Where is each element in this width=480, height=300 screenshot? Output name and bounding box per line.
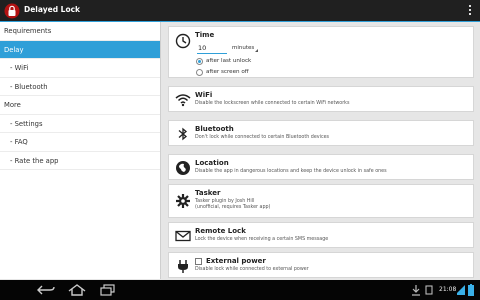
sidebar-item-delay[interactable]: Delay (0, 40, 160, 59)
external-power-desc: Disable lock while connected to external… (195, 267, 309, 272)
tasker-card[interactable]: Tasker Tasker plugin by Josh Hill (unoff… (168, 184, 474, 218)
time-input[interactable]: 10 (197, 43, 227, 54)
location-icon (176, 161, 190, 175)
external-power-checkbox[interactable] (195, 258, 202, 265)
bluetooth-icon (178, 127, 188, 141)
bluetooth-title: Bluetooth (195, 125, 234, 133)
sidebar-item-requirements[interactable]: Requirements (0, 22, 160, 41)
home-icon[interactable] (67, 284, 87, 296)
remote-lock-title: Remote Lock (195, 227, 246, 235)
dropdown-arrow-icon[interactable] (255, 49, 258, 52)
battery-icon (468, 284, 474, 296)
remote-lock-card[interactable]: Remote Lock Lock the device when receivi… (168, 222, 474, 248)
radio-label-after-screen-off[interactable]: after screen off (206, 69, 249, 75)
tasker-icon (176, 194, 190, 208)
clock-icon (175, 33, 191, 49)
radio-label-after-last-unlock[interactable]: after last unlock (206, 58, 251, 64)
sidebar-item-wifi[interactable]: - WiFi (0, 59, 160, 78)
plug-icon (178, 260, 188, 273)
sidebar: Requirements Delay - WiFi - Bluetooth Mo… (0, 22, 161, 279)
radio-after-last-unlock[interactable] (196, 58, 203, 65)
sidebar-item-bluetooth[interactable]: - Bluetooth (0, 78, 160, 96)
tasker-title: Tasker (195, 189, 221, 197)
time-card: Time 10 minutes after last unlock after … (168, 26, 474, 78)
download-notification-icon[interactable] (410, 284, 422, 296)
location-card[interactable]: Location Disable the app in dangerous lo… (168, 154, 474, 180)
back-icon[interactable] (36, 284, 56, 296)
wifi-card[interactable]: WiFi Disable the lockscreen while connec… (168, 86, 474, 112)
sidebar-item-faq[interactable]: - FAQ (0, 133, 160, 152)
wifi-desc: Disable the lockscreen while connected t… (195, 101, 350, 106)
wifi-title: WiFi (195, 91, 213, 99)
sidebar-item-more[interactable]: More (0, 96, 160, 115)
lock-app-icon[interactable] (4, 3, 20, 19)
app-title: Delayed Lock (24, 5, 81, 14)
navigation-bar: 21:08 (0, 280, 480, 300)
time-title: Time (195, 31, 215, 39)
bluetooth-desc: Don't lock while connected to certain Bl… (195, 135, 330, 140)
settings-panel: Time 10 minutes after last unlock after … (164, 24, 478, 279)
remote-lock-desc: Lock the device when receiving a certain… (195, 237, 329, 242)
recent-apps-icon[interactable] (98, 284, 118, 296)
location-desc: Disable the app in dangerous locations a… (195, 169, 387, 174)
external-power-title: External power (206, 257, 266, 265)
overflow-menu-icon[interactable] (468, 5, 472, 17)
wifi-signal-icon (457, 285, 465, 295)
notification-icon[interactable] (424, 284, 434, 296)
wifi-icon (175, 94, 191, 107)
envelope-icon (175, 230, 191, 242)
action-bar: Delayed Lock (0, 0, 480, 22)
sidebar-item-rate[interactable]: - Rate the app (0, 152, 160, 170)
sidebar-item-settings[interactable]: - Settings (0, 115, 160, 133)
external-power-card[interactable]: External power Disable lock while connec… (168, 252, 474, 278)
radio-after-screen-off[interactable] (196, 69, 203, 76)
bluetooth-card[interactable]: Bluetooth Don't lock while connected to … (168, 120, 474, 146)
tasker-desc-note: (unofficial, requires Tasker app) (195, 205, 271, 210)
status-clock[interactable]: 21:08 (439, 286, 456, 293)
time-unit-select[interactable]: minutes (232, 45, 254, 51)
location-title: Location (195, 159, 229, 167)
